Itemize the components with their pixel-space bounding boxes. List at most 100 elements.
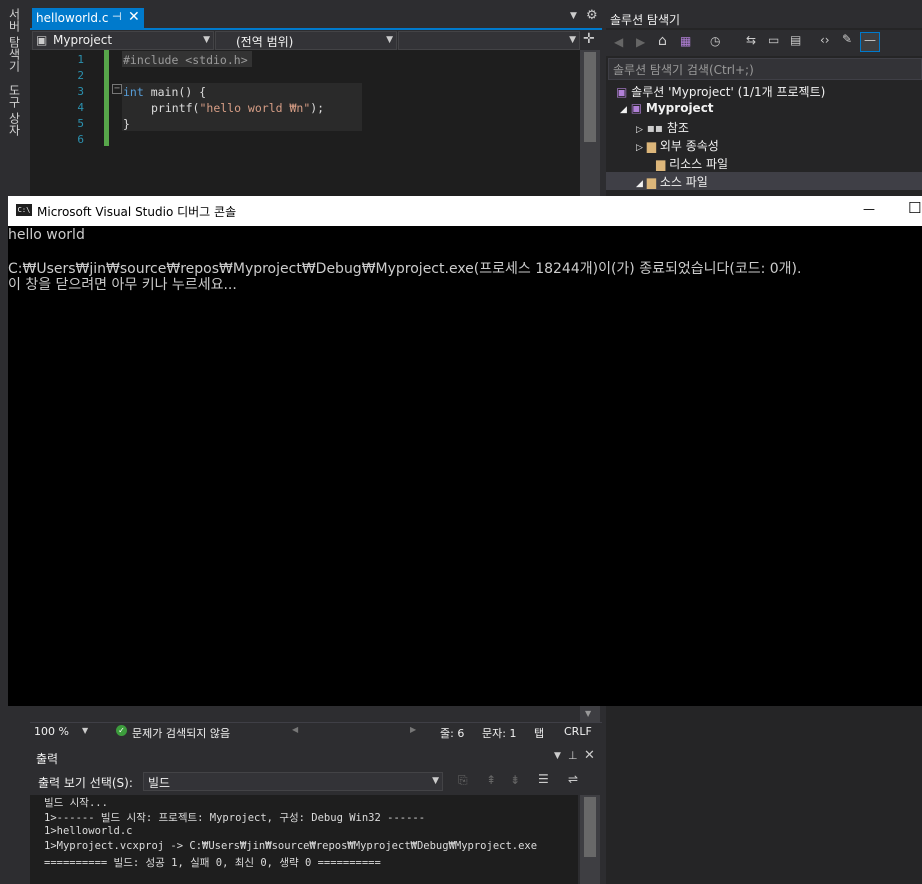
line-number: 1 (77, 53, 84, 66)
zoom-chevron-down-icon[interactable]: ▼ (82, 726, 88, 735)
line-number: 4 (77, 101, 84, 114)
console-app-icon: C:\ (16, 204, 32, 216)
side-panel-area (606, 706, 922, 884)
switch-views-icon[interactable]: ▦ (680, 34, 691, 48)
code-end: ); (310, 101, 325, 115)
output-text-area[interactable]: 빌드 시작... 1>------ 빌드 시작: 프로젝트: Myproject… (30, 795, 578, 884)
solution-explorer-title: 솔루션 탐색기 (610, 13, 681, 27)
goto-message-icon[interactable]: ⎘ (458, 773, 468, 788)
scope-dropdown[interactable]: (전역 범위) ▼ (215, 31, 397, 50)
collapsed-triangle-icon[interactable]: ▷ (636, 143, 643, 153)
project-dropdown[interactable]: ▣ Myproject ▼ (32, 31, 214, 50)
close-icon[interactable]: ✕ (584, 748, 595, 763)
previous-message-icon[interactable]: ⇞ (486, 773, 496, 787)
issues-status[interactable]: 문제가 검색되지 않음 (132, 725, 230, 741)
scope-dropdown-value: (전역 범위) (236, 35, 294, 49)
view-code-icon[interactable]: ‹› (820, 33, 830, 47)
solution-explorer: 솔루션 탐색기 ◀ ▶ ⌂ ▦ ◷ ⇆ ▭ ▤ ‹› ✎ — 솔루션 탐색기 검… (606, 8, 922, 196)
solution-icon: ▣ (616, 85, 628, 99)
settings-gear-icon[interactable]: ⚙ (586, 8, 598, 23)
tab-helloworld[interactable]: helloworld.c ⊣ ✕ (32, 8, 144, 28)
scroll-down-icon[interactable]: ▼ (585, 709, 591, 718)
output-panel-header: 출력 ▼ ⊥ ✕ (30, 747, 600, 767)
show-all-files-icon[interactable]: ▤ (790, 33, 801, 47)
collapsed-triangle-icon[interactable]: ▷ (636, 125, 643, 135)
close-tab-icon[interactable]: ✕ (128, 9, 140, 25)
indent-mode[interactable]: 탭 (534, 725, 544, 741)
search-placeholder: 솔루션 탐색기 검색(Ctrl+;) (613, 63, 754, 77)
editor-scrollbar-bottom[interactable]: ▼ (580, 706, 600, 722)
word-wrap-icon[interactable]: ⇌ (568, 772, 578, 786)
forward-icon[interactable]: ▶ (636, 35, 645, 49)
output-source-dropdown[interactable]: 빌드 ▼ (143, 772, 443, 791)
chevron-down-icon: ▼ (203, 35, 210, 45)
resource-files-node[interactable]: ▆ 리소스 파일 (656, 155, 728, 172)
output-line: 빌드 시작... (44, 797, 108, 809)
solution-label: 솔루션 'Myproject' (1/1개 프로젝트) (631, 85, 826, 99)
solution-explorer-search[interactable]: 솔루션 탐색기 검색(Ctrl+;) (608, 58, 922, 80)
line-number: 3 (77, 85, 84, 98)
code-printf: printf( (151, 101, 200, 115)
source-files-node[interactable]: ◢ ▆ 소스 파일 (636, 173, 708, 190)
debug-console-window[interactable]: C:\ Microsoft Visual Studio 디버그 콘솔 — ☐ h… (8, 196, 922, 706)
pending-changes-icon[interactable]: ◷ (710, 34, 720, 48)
home-icon[interactable]: ⌂ (658, 33, 667, 49)
code-string: "hello world ₩n" (199, 101, 311, 115)
output-vertical-scrollbar[interactable] (580, 795, 600, 884)
maximize-icon[interactable]: ☐ (908, 199, 921, 217)
minimize-icon[interactable]: — (863, 202, 875, 216)
pin-icon[interactable]: ⊣ (112, 10, 122, 23)
split-icon[interactable]: ✛ (583, 31, 595, 47)
project-node[interactable]: ◢ ▣ Myproject (620, 101, 714, 115)
scroll-thumb[interactable] (584, 52, 596, 142)
tab-list-dropdown-icon[interactable]: ▼ (570, 11, 577, 21)
references-icon: ▪▪ (646, 121, 664, 135)
scroll-left-icon[interactable]: ◀ (292, 725, 298, 734)
preview-icon[interactable]: — (860, 32, 880, 52)
chevron-down-icon: ▼ (432, 776, 439, 786)
solution-explorer-header: 솔루션 탐색기 (606, 8, 922, 28)
references-node[interactable]: ▷ ▪▪ 참조 (636, 119, 689, 136)
source-files-label: 소스 파일 (659, 175, 708, 189)
line-position: 줄: 6 (440, 727, 465, 740)
output-source-label: 출력 보기 선택(S): (38, 776, 133, 790)
project-dropdown-value: Myproject (53, 33, 113, 47)
folder-open-icon: ▆ (646, 175, 656, 189)
zoom-level[interactable]: 100 % (34, 725, 69, 738)
chevron-down-icon: ▼ (569, 35, 576, 45)
solution-node[interactable]: ▣ 솔루션 'Myproject' (1/1개 프로젝트) (616, 83, 825, 100)
next-message-icon[interactable]: ⇟ (510, 773, 520, 787)
tab-label: helloworld.c (36, 11, 109, 25)
back-icon[interactable]: ◀ (614, 35, 623, 49)
column-position: 문자: 1 (482, 727, 517, 740)
scroll-thumb[interactable] (584, 797, 596, 857)
line-number: 5 (77, 117, 84, 130)
toolbox-tab[interactable]: 도구 상자 (6, 84, 23, 136)
line-number: 6 (77, 133, 84, 146)
server-explorer-tab[interactable]: 서버 탐색기 (6, 8, 23, 72)
properties-wrench-icon[interactable]: ✎ (842, 32, 852, 46)
project-icon: ▣ (630, 101, 643, 115)
expanded-triangle-icon[interactable]: ◢ (620, 105, 627, 115)
console-title-bar[interactable]: C:\ Microsoft Visual Studio 디버그 콘솔 — ☐ (8, 196, 922, 226)
line-ending[interactable]: CRLF (564, 725, 592, 738)
member-dropdown[interactable]: ▼ (398, 31, 580, 50)
resource-files-label: 리소스 파일 (669, 157, 729, 171)
sync-icon[interactable]: ⇆ (746, 33, 756, 47)
collapse-all-icon[interactable]: ▭ (768, 33, 779, 47)
project-icon: ▣ (36, 33, 48, 47)
solution-explorer-toolbar: ◀ ▶ ⌂ ▦ ◷ ⇆ ▭ ▤ ‹› ✎ — (606, 30, 922, 56)
panel-menu-chevron-icon[interactable]: ▼ (554, 751, 561, 761)
code-editor[interactable]: 1 2 3 4 5 6 − #include <stdio.h> int mai… (30, 50, 580, 196)
output-line: 1>------ 빌드 시작: 프로젝트: Myproject, 구성: Deb… (44, 812, 426, 824)
console-output-line: hello world (8, 227, 85, 243)
expanded-triangle-icon[interactable]: ◢ (636, 179, 643, 189)
console-output-line: 이 창을 닫으려면 아무 키나 누르세요... (8, 277, 237, 293)
external-deps-node[interactable]: ▷ ▆ 외부 종속성 (636, 137, 719, 154)
editor-vertical-scrollbar[interactable] (580, 50, 600, 196)
pin-icon[interactable]: ⊥ (568, 749, 578, 762)
clear-all-icon[interactable]: ☰ (538, 772, 549, 786)
collapse-icon[interactable]: − (112, 84, 122, 94)
scroll-right-icon[interactable]: ▶ (410, 725, 416, 734)
external-deps-label: 외부 종속성 (659, 139, 719, 153)
